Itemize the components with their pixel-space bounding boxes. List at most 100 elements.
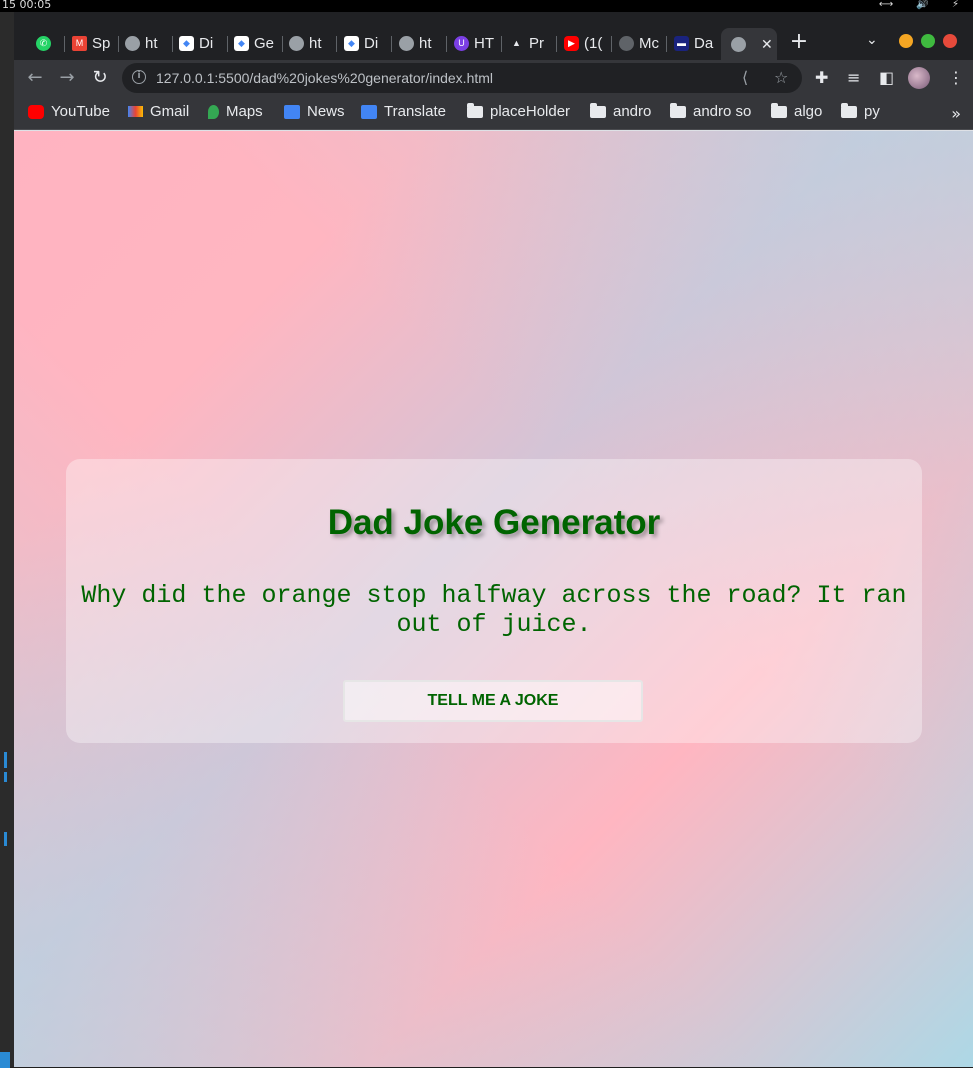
bookmark-label: Translate <box>384 103 446 120</box>
youtube-icon: ▶ <box>564 35 579 51</box>
browser-toolbar: ← → ↻ i 127.0.0.1:5500/dad%20jokes%20gen… <box>14 60 973 96</box>
tab-label: HT <box>474 34 494 52</box>
tab-label: ht <box>145 34 158 52</box>
chevron-down-icon[interactable]: ⌄ <box>866 32 878 48</box>
github-icon <box>619 35 634 51</box>
back-button[interactable]: ← <box>24 67 46 89</box>
address-bar[interactable]: i 127.0.0.1:5500/dad%20jokes%20generator… <box>122 63 802 93</box>
joke-card: Dad Joke Generator Why did the orange st… <box>66 459 922 743</box>
tab-shield[interactable]: U HT <box>448 30 498 56</box>
translate-icon <box>361 104 377 119</box>
minimize-button[interactable] <box>899 34 913 48</box>
folder-icon <box>771 102 787 118</box>
maps-icon <box>208 104 219 119</box>
bookmarks-bar: YouTube Gmail Maps News Translate placeH… <box>14 96 973 130</box>
shield-icon: U <box>454 35 469 51</box>
forward-button[interactable]: → <box>56 67 78 89</box>
tab-ninja[interactable]: ▬ Da <box>668 30 720 56</box>
extensions-icon[interactable]: ✚ <box>815 68 828 87</box>
bookmark-label: algo <box>794 103 823 120</box>
folder-icon <box>590 102 606 118</box>
tab-globe-1[interactable]: ht <box>119 30 169 56</box>
tab-label: Di <box>199 34 214 52</box>
share-icon[interactable]: ⟨ <box>742 68 748 87</box>
bookmark-label: andro <box>613 103 652 120</box>
star-icon[interactable]: ☆ <box>774 68 788 87</box>
bookmark-label: andro so <box>693 103 752 120</box>
tab-rocket[interactable]: ▲ Pr <box>503 30 553 56</box>
bookmark-folder-algo[interactable]: algo <box>771 102 823 120</box>
close-window-button[interactable] <box>943 34 957 48</box>
avatar[interactable] <box>908 67 930 89</box>
page-title: Dad Joke Generator <box>327 503 661 542</box>
bookmark-maps[interactable]: Maps <box>208 103 263 120</box>
bookmark-translate[interactable]: Translate <box>361 103 446 120</box>
ninja-icon: ▬ <box>674 35 689 51</box>
media-icon[interactable]: ≡ <box>847 68 860 87</box>
tab-whatsapp[interactable]: ✆ <box>30 30 66 56</box>
bookmark-label: Maps <box>226 103 263 120</box>
tab-youtube[interactable]: ▶ (1( <box>558 30 610 56</box>
menu-icon[interactable]: ⋮ <box>948 68 964 87</box>
joke-text: Why did the orange stop halfway across t… <box>81 581 907 639</box>
tab-label: ht <box>309 34 322 52</box>
globe-icon <box>125 35 140 51</box>
tell-joke-button[interactable]: TELL ME A JOKE <box>343 680 643 722</box>
info-icon[interactable]: i <box>132 70 146 84</box>
tab-label: Di <box>364 34 379 52</box>
tab-codepen-1[interactable]: ◆ Di <box>173 30 223 56</box>
tab-active[interactable]: ✕ <box>721 28 777 60</box>
more-bookmarks-icon[interactable]: » <box>951 104 961 123</box>
system-tray[interactable]: ⟷ 🔊 ⚡ <box>879 0 969 11</box>
globe-icon <box>731 36 746 52</box>
bookmark-folder-placeholder[interactable]: placeHolder <box>467 102 571 120</box>
tab-globe-2[interactable]: ht <box>283 30 333 56</box>
tab-github[interactable]: Mc <box>613 30 663 56</box>
codepen-icon: ◆ <box>179 35 194 51</box>
bookmark-label: py <box>864 103 880 120</box>
os-top-bar: 15 00:05 ⟷ 🔊 ⚡ <box>0 0 973 12</box>
side-panel-icon[interactable]: ◧ <box>879 68 894 87</box>
tab-label: ht <box>419 34 432 52</box>
url-text[interactable]: 127.0.0.1:5500/dad%20jokes%20generator/i… <box>156 70 493 86</box>
tab-label: Ge <box>254 34 275 52</box>
rocket-icon: ▲ <box>512 38 521 48</box>
news-icon <box>284 104 300 119</box>
browser-window: ✆ M Sp ht ◆ Di ◆ Ge ht ◆ Di ht U HT ▲ Pr… <box>14 12 973 1067</box>
folder-icon <box>670 102 686 118</box>
close-icon[interactable]: ✕ <box>761 36 773 53</box>
gmail-icon: M <box>72 35 87 51</box>
tab-label: Da <box>694 34 714 52</box>
bookmark-folder-andro-so[interactable]: andro so <box>670 102 752 120</box>
tab-label: Mc <box>639 34 659 52</box>
reload-button[interactable]: ↻ <box>89 67 111 89</box>
page-viewport: Dad Joke Generator Why did the orange st… <box>14 131 973 1067</box>
bookmark-folder-py[interactable]: py <box>841 102 880 120</box>
tab-label: Sp <box>92 34 111 52</box>
folder-icon <box>841 102 857 118</box>
bookmark-gmail[interactable]: Gmail <box>128 103 189 120</box>
tab-label: (1( <box>584 34 603 52</box>
bookmark-news[interactable]: News <box>284 103 345 120</box>
new-tab-button[interactable]: + <box>788 31 810 53</box>
maximize-button[interactable] <box>921 34 935 48</box>
codepen-icon: ◆ <box>234 35 249 51</box>
whatsapp-icon: ✆ <box>36 35 51 51</box>
bookmark-youtube[interactable]: YouTube <box>28 103 110 120</box>
youtube-icon <box>28 104 44 119</box>
gmail-icon <box>128 106 143 117</box>
codepen-icon: ◆ <box>344 35 359 51</box>
tab-codepen-2[interactable]: ◆ Ge <box>228 30 278 56</box>
tab-gmail[interactable]: M Sp <box>66 30 114 56</box>
bookmark-label: placeHolder <box>490 103 571 120</box>
tab-globe-3[interactable]: ht <box>393 30 443 56</box>
bookmark-label: Gmail <box>150 103 190 120</box>
globe-icon <box>399 35 414 51</box>
bookmark-label: News <box>307 103 345 120</box>
clock: 15 00:05 <box>2 0 52 11</box>
tab-strip: ✆ M Sp ht ◆ Di ◆ Ge ht ◆ Di ht U HT ▲ Pr… <box>14 12 973 60</box>
bookmark-label: YouTube <box>51 103 110 120</box>
tab-codepen-3[interactable]: ◆ Di <box>338 30 388 56</box>
folder-icon <box>467 102 483 118</box>
bookmark-folder-andro[interactable]: andro <box>590 102 652 120</box>
